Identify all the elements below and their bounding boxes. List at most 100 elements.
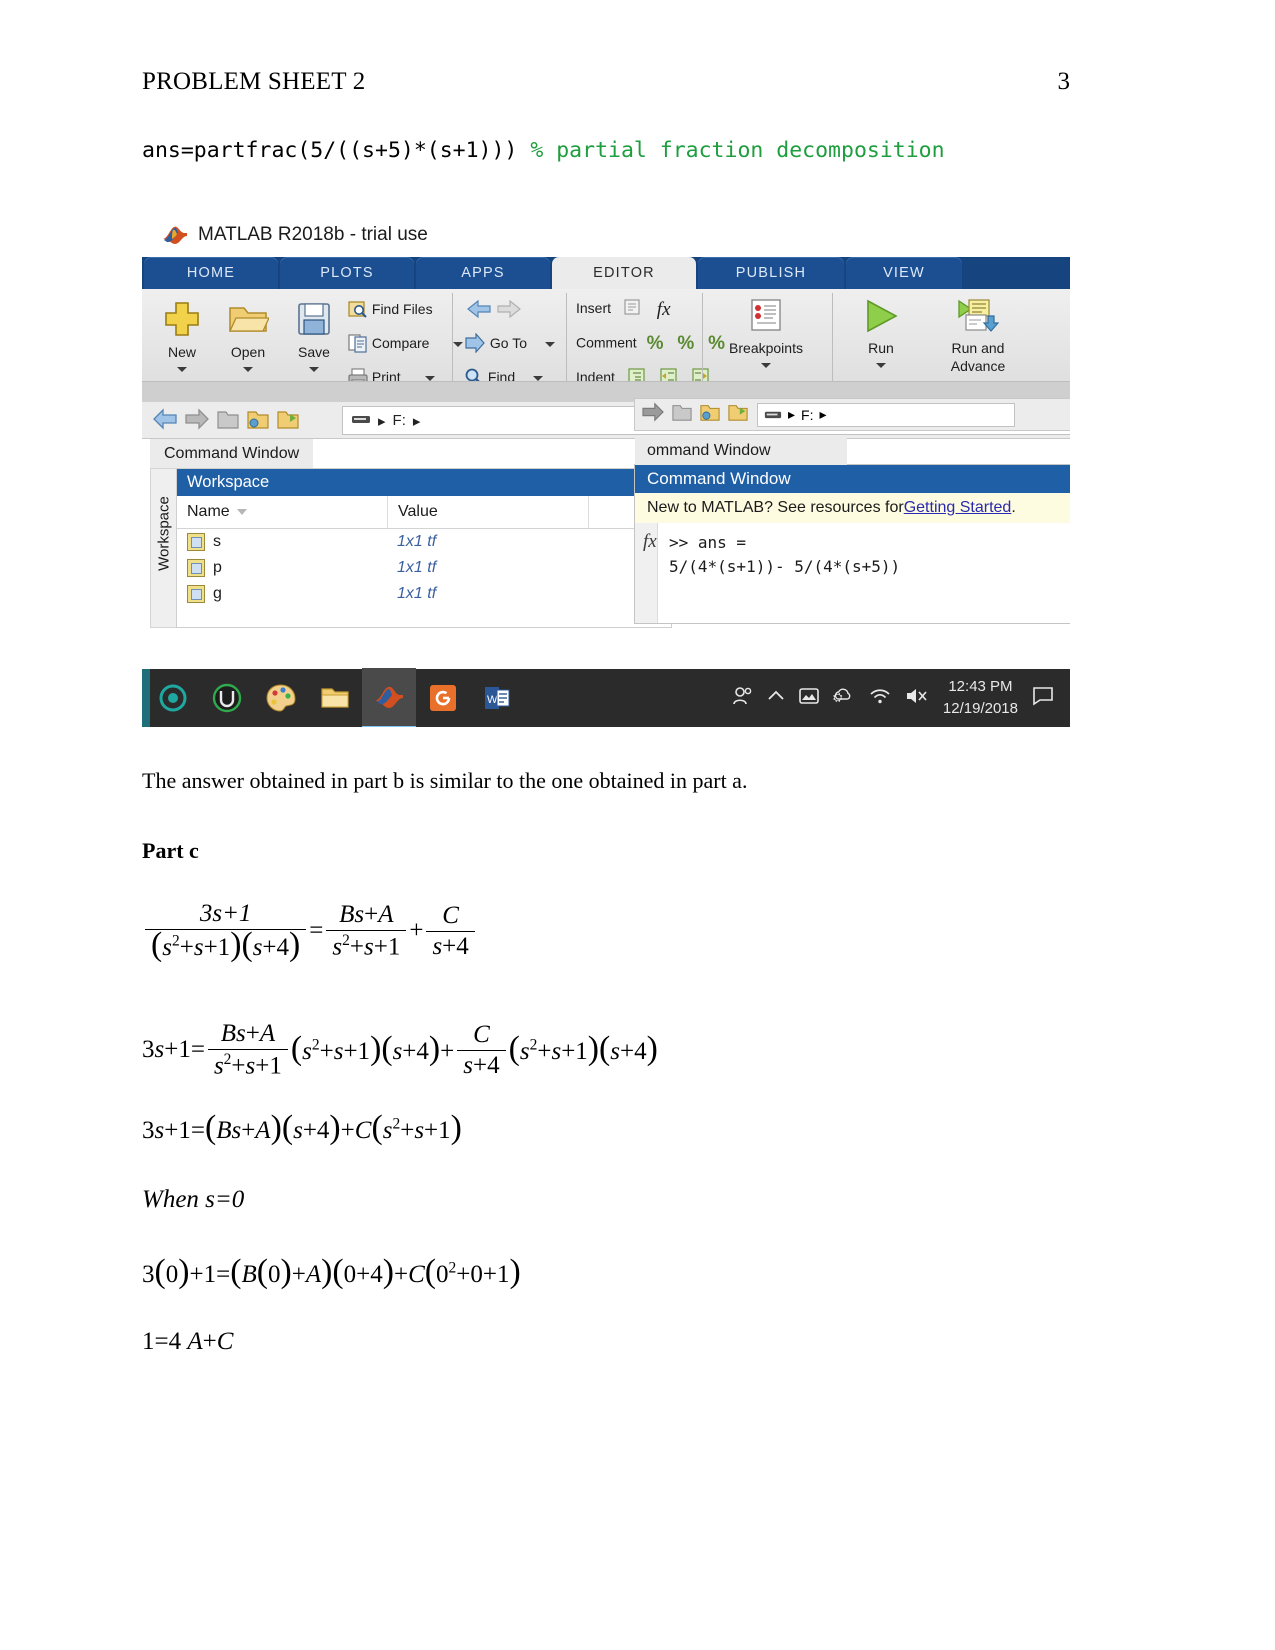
save-dropdown-caret[interactable] [309, 366, 319, 372]
fx-function-icon[interactable]: fx [657, 299, 671, 321]
find-files-row[interactable]: Find Files [348, 299, 433, 322]
back-arrow-icon[interactable] [152, 408, 178, 435]
chevron-right-icon-2: ▸ [819, 406, 827, 422]
onedrive-icon[interactable]: ⛭ [833, 688, 855, 709]
browse-folder-icon[interactable] [699, 402, 721, 427]
matlab-screenshot: MATLAB R2018b - trial use HOME PLOTS APP… [142, 212, 1070, 727]
insert-block-icon [623, 298, 643, 321]
taskbar-clock[interactable]: 12:43 PM 12/19/2018 [943, 676, 1018, 720]
eq1-t1-numerator: Bs+A [339, 900, 394, 928]
breakpoints-label: Breakpoints [729, 340, 803, 356]
equation-4: When s=0 [142, 1186, 244, 1214]
run-button[interactable]: Run [848, 297, 914, 372]
eq1-plus: + [409, 917, 424, 944]
workspace-col-name[interactable]: Name [177, 496, 388, 528]
taskbar-time: 12:43 PM [948, 678, 1013, 696]
open-button[interactable]: Open [217, 299, 279, 376]
new-button[interactable]: New [152, 299, 212, 376]
fx-function-icon[interactable]: fx [643, 531, 657, 553]
file-explorer-icon[interactable] [308, 669, 362, 727]
uncomment-icon[interactable]: % [677, 333, 694, 355]
notification-icon[interactable] [1032, 686, 1054, 711]
go-to-dropdown-caret[interactable] [544, 342, 555, 347]
equation-2: 3s+1= Bs+A s2+s+1 (s2+s+1)(s+4)+ C s+4 (… [142, 1020, 658, 1080]
forward-arrow-icon[interactable] [184, 408, 210, 435]
floating-address-bar[interactable]: ▸ F: ▸ [757, 402, 1015, 427]
eq2-f1-numerator: Bs+A [220, 1020, 276, 1047]
getting-started-link[interactable]: Getting Started [904, 499, 1012, 517]
volume-muted-icon[interactable] [905, 687, 929, 710]
eq4-text: When s=0 [142, 1186, 245, 1213]
tab-view[interactable]: VIEW [846, 257, 962, 289]
new-plus-icon [162, 299, 202, 342]
percent-comment-icon[interactable]: % [647, 333, 664, 355]
workspace-col-name-label: Name [187, 503, 230, 520]
wifi-icon[interactable] [869, 687, 891, 710]
eq2-tail: (s2+s+1)(s+4) [508, 1029, 658, 1067]
eq2-fraction-2: C s+4 [457, 1021, 506, 1080]
run-label: Run [868, 340, 894, 356]
page-number: 3 [1057, 68, 1071, 95]
eq2-fraction-1: Bs+A s2+s+1 [207, 1020, 288, 1080]
doc-tab-command-window-partial[interactable]: ommand Window [635, 437, 847, 465]
chevron-right-icon-2: ▸ [412, 412, 421, 430]
grammarly-icon[interactable] [416, 669, 470, 727]
document-page: PROBLEM SHEET 2 3 ans=partfrac(5/((s+5)*… [0, 0, 1275, 1650]
insert-row[interactable]: Insert fx [576, 298, 671, 321]
matlab-window-title: MATLAB R2018b - trial use [198, 224, 428, 245]
go-to-row[interactable]: Go To [464, 332, 555, 356]
people-icon[interactable] [731, 685, 753, 712]
workspace-var-value: 1x1 tf [397, 585, 437, 602]
new-folder-icon[interactable] [276, 408, 300, 435]
photos-icon[interactable] [799, 687, 819, 710]
table-row[interactable]: p 1x1 tf [177, 555, 671, 581]
matlab-icon[interactable] [362, 668, 416, 727]
up-folder-icon[interactable] [671, 402, 693, 427]
command-window-title: Command Window [635, 465, 1070, 493]
paragraph-answer-note: The answer obtained in part b is similar… [142, 768, 748, 793]
workspace-var-name: s [213, 533, 221, 550]
new-folder-icon[interactable] [727, 402, 749, 427]
save-button[interactable]: Save [285, 299, 343, 376]
forward-arrow-icon[interactable] [641, 402, 665, 427]
command-window-body[interactable]: fx >> ans = 5/(4*(s+1))- 5/(4*(s+5)) [635, 523, 1070, 623]
utorrent-icon[interactable] [200, 669, 254, 727]
tab-apps[interactable]: APPS [416, 257, 550, 289]
word-icon[interactable]: W [470, 669, 524, 727]
find-files-icon [348, 299, 368, 322]
new-dropdown-caret[interactable] [177, 366, 187, 372]
workspace-col-value[interactable]: Value [388, 496, 589, 528]
doc-tab-command-window[interactable]: Command Window [150, 439, 314, 468]
compare-icon [348, 333, 368, 356]
compare-dropdown-caret[interactable] [453, 342, 464, 347]
equation-5: 3(0)+1=(B(0)+A)(0+4)+C(02+0+1) [142, 1255, 521, 1289]
eq1-term2-fraction: C s+4 [426, 901, 475, 961]
drive-icon [764, 407, 782, 423]
tab-home[interactable]: HOME [144, 257, 278, 289]
open-button-label: Open [230, 344, 266, 360]
back-forward-row[interactable] [464, 298, 528, 323]
up-folder-icon[interactable] [216, 408, 240, 435]
run-dropdown-caret[interactable] [876, 362, 886, 368]
variable-cube-icon [187, 585, 205, 603]
save-button-label: Save [298, 344, 330, 360]
compare-label: Compare [371, 335, 430, 352]
run-and-advance-button[interactable]: Run and Advance [928, 297, 1028, 374]
breakpoints-button[interactable]: Breakpoints [716, 297, 816, 372]
tab-publish[interactable]: PUBLISH [698, 257, 844, 289]
table-row[interactable]: g 1x1 tf [177, 581, 671, 607]
show-hidden-chevron-icon[interactable] [767, 689, 785, 708]
tab-editor[interactable]: EDITOR [552, 257, 696, 289]
breakpoints-dropdown-caret[interactable] [761, 362, 771, 368]
sort-descending-icon[interactable] [236, 503, 248, 521]
tab-plots[interactable]: PLOTS [280, 257, 414, 289]
compare-row[interactable]: Compare [348, 333, 464, 356]
browse-folder-icon[interactable] [246, 408, 270, 435]
table-row[interactable]: s 1x1 tf [177, 529, 671, 555]
cortana-circle-icon[interactable] [146, 669, 200, 727]
eq1-t2-numerator: C [442, 901, 459, 929]
workspace-vertical-tab[interactable]: Workspace [150, 468, 178, 628]
paint-palette-icon[interactable] [254, 669, 308, 727]
open-dropdown-caret[interactable] [243, 366, 253, 372]
command-window-panel: ommand Window Command Window New to MATL… [634, 437, 1070, 624]
